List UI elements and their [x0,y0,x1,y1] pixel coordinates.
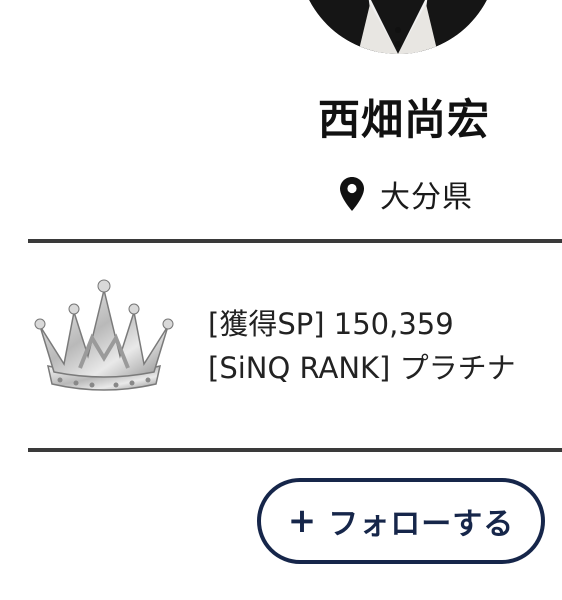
follow-button-label: フォローする [328,507,515,542]
rank-text: [SiNQ RANK] プラチナ [208,351,516,385]
divider-bottom [28,448,562,452]
divider-top [28,239,562,243]
location-row: 大分県 [340,174,473,215]
avatar [298,0,498,54]
follow-button[interactable]: + フォローする [257,478,545,564]
profile-name: 西畑尚宏 [317,95,490,144]
location-pin-icon [340,177,364,211]
points-text: [獲得SP] 150,359 [208,307,454,341]
stats-block: [獲得SP] 150,359 [SiNQ RANK] プラチナ [208,302,516,390]
location-label: 大分県 [380,180,473,215]
plus-icon: + [287,501,317,541]
crown-icon [34,279,174,391]
